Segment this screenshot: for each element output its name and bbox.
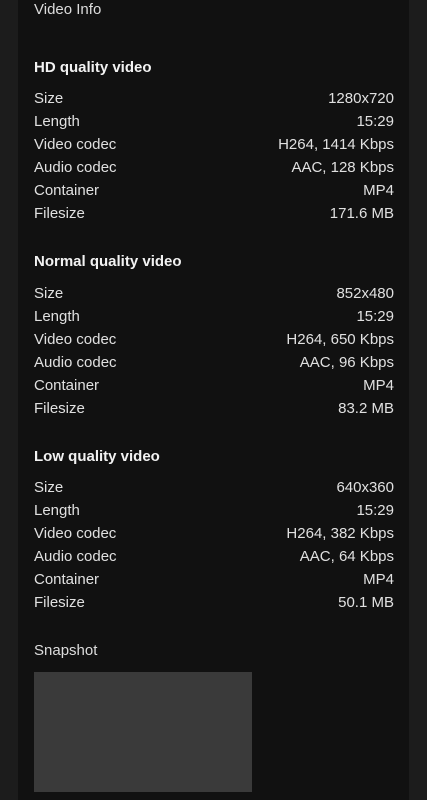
normal-size-row: Size 852x480 [34, 285, 394, 307]
low-filesize-row: Filesize 50.1 MB [34, 594, 394, 616]
container-label: Container [34, 182, 100, 199]
low-video-codec-row: Video codec H264, 382 Kbps [34, 525, 394, 547]
filesize-value: 50.1 MB [338, 594, 394, 611]
normal-container-row: Container MP4 [34, 377, 394, 399]
container-label: Container [34, 377, 100, 394]
video-info-panel: Video Info HD quality video Size 1280x72… [18, 0, 409, 800]
length-value: 15:29 [356, 502, 394, 519]
snapshot-heading: Snapshot [34, 642, 98, 659]
container-value: MP4 [363, 571, 394, 588]
size-label: Size [34, 479, 64, 496]
hd-size-row: Size 1280x720 [34, 90, 394, 112]
snapshot-thumbnail[interactable] [34, 672, 252, 792]
hd-filesize-row: Filesize 171.6 MB [34, 205, 394, 227]
hd-audio-codec-row: Audio codec AAC, 128 Kbps [34, 159, 394, 181]
size-value: 1280x720 [328, 90, 394, 107]
video-codec-label: Video codec [34, 331, 117, 348]
size-value: 640x360 [336, 479, 394, 496]
size-label: Size [34, 285, 64, 302]
video-codec-value: H264, 1414 Kbps [278, 136, 394, 153]
video-info-heading: Video Info [34, 1, 102, 18]
normal-video-codec-row: Video codec H264, 650 Kbps [34, 331, 394, 353]
hd-container-row: Container MP4 [34, 182, 394, 204]
filesize-label: Filesize [34, 400, 85, 417]
video-codec-label: Video codec [34, 136, 117, 153]
filesize-value: 83.2 MB [338, 400, 394, 417]
filesize-label: Filesize [34, 205, 85, 222]
filesize-value: 171.6 MB [329, 205, 394, 222]
low-container-row: Container MP4 [34, 571, 394, 593]
audio-codec-label: Audio codec [34, 159, 117, 176]
audio-codec-value: AAC, 96 Kbps [299, 354, 394, 371]
size-label: Size [34, 90, 64, 107]
container-value: MP4 [363, 377, 394, 394]
length-label: Length [34, 502, 80, 519]
audio-codec-value: AAC, 128 Kbps [291, 159, 394, 176]
normal-audio-codec-row: Audio codec AAC, 96 Kbps [34, 354, 394, 376]
low-section-title: Low quality video [34, 448, 160, 465]
audio-codec-label: Audio codec [34, 548, 117, 565]
low-size-row: Size 640x360 [34, 479, 394, 501]
normal-length-row: Length 15:29 [34, 308, 394, 330]
normal-section-title: Normal quality video [34, 253, 182, 270]
container-label: Container [34, 571, 100, 588]
video-codec-label: Video codec [34, 525, 117, 542]
audio-codec-label: Audio codec [34, 354, 117, 371]
length-value: 15:29 [356, 113, 394, 130]
container-value: MP4 [363, 182, 394, 199]
length-label: Length [34, 113, 80, 130]
audio-codec-value: AAC, 64 Kbps [299, 548, 394, 565]
length-label: Length [34, 308, 80, 325]
video-codec-value: H264, 650 Kbps [286, 331, 394, 348]
hd-length-row: Length 15:29 [34, 113, 394, 135]
size-value: 852x480 [336, 285, 394, 302]
hd-video-codec-row: Video codec H264, 1414 Kbps [34, 136, 394, 158]
filesize-label: Filesize [34, 594, 85, 611]
hd-section-title: HD quality video [34, 59, 152, 76]
video-codec-value: H264, 382 Kbps [286, 525, 394, 542]
length-value: 15:29 [356, 308, 394, 325]
low-length-row: Length 15:29 [34, 502, 394, 524]
normal-filesize-row: Filesize 83.2 MB [34, 400, 394, 422]
low-audio-codec-row: Audio codec AAC, 64 Kbps [34, 548, 394, 570]
